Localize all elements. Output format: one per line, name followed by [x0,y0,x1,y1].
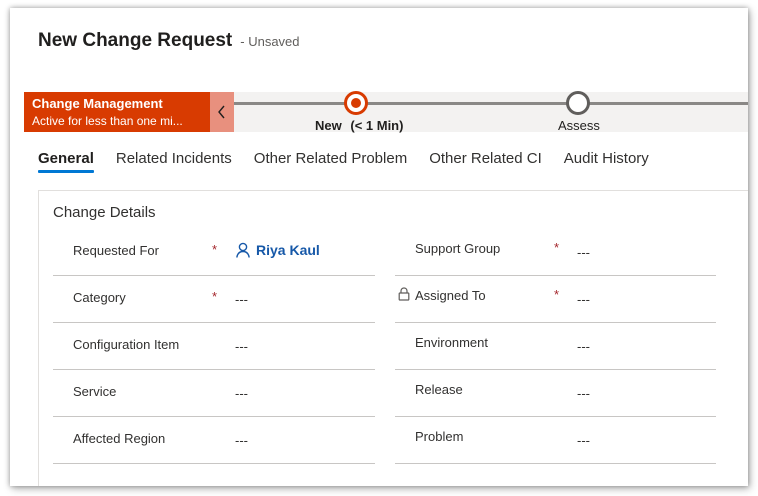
save-status: - Unsaved [240,34,300,49]
environment-value[interactable]: --- [577,339,590,354]
requested-for-value[interactable]: Riya Kaul [256,242,320,258]
release-value[interactable]: --- [577,386,590,401]
affected-region-value[interactable]: --- [235,433,248,448]
field-label: Support Group [415,241,501,256]
form-header: New Change Request - Unsaved [38,30,300,52]
field-environment[interactable]: Environment --- [395,323,716,370]
stage-node-assess[interactable] [566,91,590,115]
field-assigned-to[interactable]: Assigned To * --- [395,276,716,323]
configuration-item-value[interactable]: --- [235,339,248,354]
process-track-completed [234,102,350,105]
tab-general[interactable]: General [38,150,94,173]
tab-other-related-problem[interactable]: Other Related Problem [254,150,407,173]
section-title: Change Details [53,204,156,221]
required-marker: * [212,289,218,304]
service-value[interactable]: --- [235,386,248,401]
field-affected-region[interactable]: Affected Region --- [53,417,375,464]
tab-other-related-ci[interactable]: Other Related CI [429,150,542,173]
field-label: Affected Region [73,431,166,446]
problem-value[interactable]: --- [577,433,590,448]
tab-list: General Related Incidents Other Related … [38,150,671,173]
field-service[interactable]: Service --- [53,370,375,417]
field-configuration-item[interactable]: Configuration Item --- [53,323,375,370]
active-stage-duration: Active for less than one mi... [32,114,183,128]
field-label: Configuration Item [73,337,180,352]
stage-label-new[interactable]: New (< 1 Min) [315,118,403,133]
chevron-left-icon [218,105,225,119]
required-marker: * [554,240,560,255]
person-icon [236,242,250,258]
requested-for-lookup[interactable]: Riya Kaul [235,242,320,258]
stage-node-new[interactable] [344,91,368,115]
required-marker: * [554,287,560,302]
stage-new-duration: (< 1 Min) [350,118,404,133]
business-process-flow: Change Management Active for less than o… [24,91,748,133]
field-problem[interactable]: Problem --- [395,417,716,464]
change-details-section: Change Details Requested For * Riya Kaul… [38,190,748,486]
category-value[interactable]: --- [235,292,248,307]
page-title: New Change Request [38,30,233,51]
lock-icon [398,287,410,301]
field-label: Category [73,290,126,305]
collapse-stage-button[interactable] [210,92,234,132]
assigned-to-value[interactable]: --- [577,292,590,307]
field-label: Assigned To [415,288,486,303]
field-support-group[interactable]: Support Group * --- [395,229,716,276]
field-label: Requested For [73,243,159,258]
field-requested-for[interactable]: Requested For * Riya Kaul [53,229,375,276]
active-stage-name: Change Management [32,96,163,111]
field-label: Service [73,384,117,399]
stage-new-name: New [315,118,342,133]
field-category[interactable]: Category * --- [53,276,375,323]
support-group-value[interactable]: --- [577,245,590,260]
field-release[interactable]: Release --- [395,370,716,417]
field-label: Problem [415,429,464,444]
tab-audit-history[interactable]: Audit History [564,150,649,173]
tab-related-incidents[interactable]: Related Incidents [116,150,232,173]
required-marker: * [212,242,218,257]
field-label: Environment [415,335,488,350]
form-card: New Change Request - Unsaved Change Mana… [10,8,748,486]
stage-label-assess[interactable]: Assess [558,118,600,133]
field-label: Release [415,382,463,397]
active-stage-flyout[interactable]: Change Management Active for less than o… [24,92,210,132]
